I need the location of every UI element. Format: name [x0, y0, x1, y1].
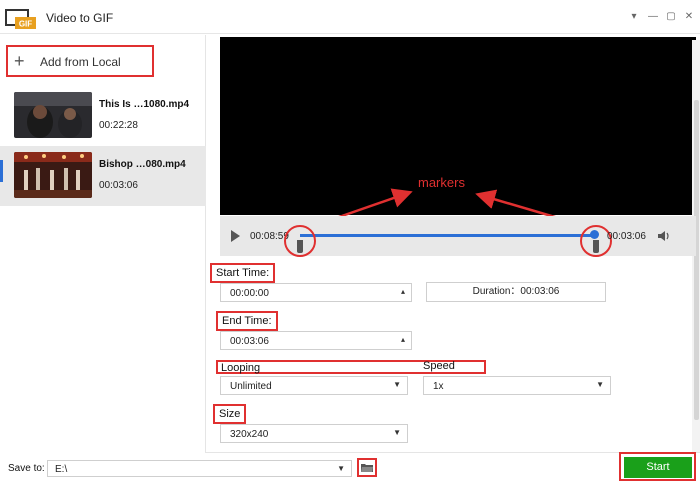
- save-path-value: E:\: [55, 464, 68, 475]
- markers-annotation: markers: [418, 175, 465, 190]
- size-value: 320x240: [230, 429, 269, 440]
- end-time-value: 00:03:06: [230, 336, 269, 347]
- play-icon[interactable]: [231, 230, 240, 242]
- size-select[interactable]: 320x240 ▼: [220, 424, 408, 443]
- chevron-down-icon: ▼: [596, 380, 604, 389]
- start-time-input[interactable]: 00:00:00 ▴: [220, 283, 412, 302]
- start-time-value: 00:00:00: [230, 288, 269, 299]
- size-label: Size: [213, 404, 247, 424]
- stepper-icon[interactable]: ▴: [401, 335, 405, 344]
- speed-value: 1x: [433, 381, 444, 392]
- save-path-select[interactable]: E:\ ▼: [47, 460, 352, 477]
- looping-select[interactable]: Unlimited ▼: [220, 376, 408, 395]
- chevron-down-icon: ▼: [393, 428, 401, 437]
- scrollbar-thumb[interactable]: [694, 100, 699, 420]
- folder-icon: [361, 464, 373, 472]
- start-marker-highlight: [284, 225, 316, 257]
- speed-label: Speed: [423, 360, 455, 372]
- chevron-down-icon: ▼: [393, 380, 401, 389]
- end-time-label: End Time:: [216, 311, 278, 331]
- stepper-icon[interactable]: ▴: [401, 287, 405, 296]
- looping-label: Looping: [221, 362, 261, 374]
- end-time-input[interactable]: 00:03:06 ▴: [220, 331, 412, 350]
- timeline-track[interactable]: [300, 234, 596, 237]
- start-time-label: Start Time:: [210, 263, 276, 283]
- total-time: 00:03:06: [607, 231, 646, 242]
- start-button[interactable]: Start: [624, 457, 692, 478]
- volume-icon[interactable]: [657, 230, 671, 242]
- chevron-down-icon: ▼: [337, 464, 345, 473]
- looping-value: Unlimited: [230, 381, 272, 392]
- speed-select[interactable]: 1x ▼: [423, 376, 611, 395]
- duration-display: Duration：00:03:06: [426, 282, 606, 302]
- save-to-label: Save to:: [8, 463, 45, 474]
